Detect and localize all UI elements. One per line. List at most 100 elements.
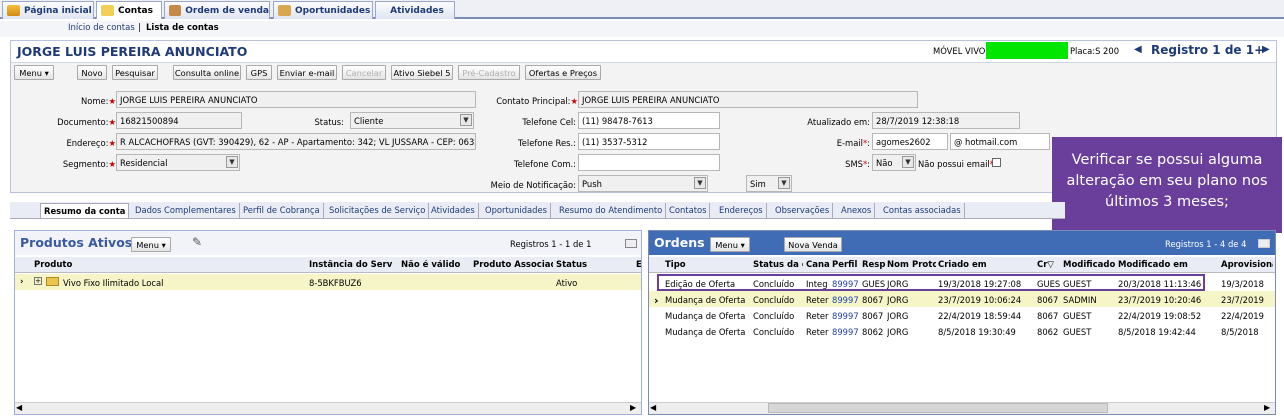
tel-res-field[interactable]: (11) 3537-5312 bbox=[578, 133, 720, 150]
col-nome[interactable]: Nom bbox=[887, 260, 911, 270]
meio-notificacao-select[interactable]: Push bbox=[578, 175, 708, 192]
col-perfil[interactable]: Perfil bbox=[832, 260, 860, 270]
tab-anexos[interactable]: Anexos bbox=[838, 203, 876, 218]
col-canal[interactable]: Cana bbox=[806, 260, 830, 270]
scroll-left-icon[interactable]: ◀ bbox=[650, 403, 656, 412]
scroll-left-icon[interactable]: ◀ bbox=[16, 403, 22, 412]
tab-resumo-conta[interactable]: Resumo da conta bbox=[40, 203, 130, 218]
ofertas-precos-button[interactable]: Ofertas e Preços bbox=[525, 65, 601, 80]
tab-ordem-de-venda[interactable]: Ordem de venda bbox=[164, 1, 270, 19]
scroll-right-icon[interactable]: ▶ bbox=[1264, 403, 1270, 412]
col-tipo[interactable]: Tipo bbox=[665, 260, 751, 270]
chevron-down-icon[interactable]: ▼ bbox=[694, 177, 706, 189]
produtos-menu-button[interactable]: Menu ▾ bbox=[131, 237, 171, 252]
col-aprovisionamento[interactable]: Aprovisiona bbox=[1221, 260, 1273, 270]
endereco-field[interactable]: R ALCACHOFRAS (GVT: 390429), 62 - AP - A… bbox=[116, 133, 476, 150]
col-instancia[interactable]: Instância do Serv bbox=[309, 260, 397, 270]
tab-oportunidades[interactable]: Oportunidades bbox=[482, 203, 551, 218]
record-counter: Registro 1 de 1+ bbox=[1151, 43, 1265, 57]
breadcrumb-home-link[interactable]: Início de contas bbox=[68, 23, 135, 33]
ordens-cell-modificado_em: 8/5/2018 19:42:44 bbox=[1118, 327, 1196, 337]
email-user-field[interactable]: agomes2602 bbox=[872, 133, 948, 150]
ordens-cell-canal: Reter bbox=[806, 311, 829, 321]
col-produto[interactable]: Produto bbox=[34, 260, 304, 270]
tab-enderecos[interactable]: Endereços bbox=[716, 203, 767, 218]
tel-cel-label: Telefone Cel: bbox=[522, 117, 576, 127]
col-modificado-em[interactable]: Modificado em bbox=[1118, 260, 1218, 270]
tab-contas[interactable]: Contas bbox=[96, 1, 162, 19]
email-domain-select[interactable]: @ hotmail.com bbox=[950, 133, 1050, 150]
col-modificado[interactable]: Modificado bbox=[1063, 260, 1115, 270]
pre-cadastro-button[interactable]: Pré-Cadastro bbox=[458, 65, 520, 80]
ordens-cell-perfil[interactable]: 89997 bbox=[832, 327, 860, 337]
segmento-select[interactable]: Residencial bbox=[116, 154, 240, 171]
col-criado-em[interactable]: Criado em bbox=[938, 260, 1034, 270]
pin-icon[interactable]: ✎ bbox=[192, 235, 202, 249]
menu-button[interactable]: Menu ▾ bbox=[14, 65, 54, 80]
novo-button[interactable]: Novo bbox=[77, 65, 107, 80]
tab-atividades[interactable]: Atividades bbox=[375, 1, 455, 19]
ordens-cell-perfil[interactable]: 89997 bbox=[832, 295, 860, 305]
col-nao-valido[interactable]: Não é válido bbox=[401, 260, 471, 270]
nova-venda-button[interactable]: Nova Venda bbox=[784, 237, 842, 252]
chevron-down-icon[interactable]: ▼ bbox=[460, 114, 472, 126]
expand-icon[interactable] bbox=[1258, 239, 1270, 248]
ordens-cell-status: Concluído bbox=[753, 311, 795, 321]
tel-com-field[interactable] bbox=[578, 154, 720, 171]
cancelar-button[interactable]: Cancelar bbox=[342, 65, 386, 80]
annotation-callout: Verificar se possui alguma alteração em … bbox=[1052, 137, 1282, 233]
ordens-cell-tipo[interactable]: Mudança de Oferta bbox=[665, 295, 751, 305]
consulta-online-button[interactable]: Consulta online bbox=[173, 65, 241, 80]
expand-icon[interactable] bbox=[625, 239, 637, 248]
status-select[interactable]: Cliente bbox=[350, 112, 474, 129]
tab-dados-complementares[interactable]: Dados Complementares bbox=[132, 203, 240, 218]
email-label: E-mail*: bbox=[836, 138, 870, 148]
documento-field[interactable]: 16821500894 bbox=[116, 112, 242, 129]
nao-possui-email-checkbox[interactable] bbox=[992, 158, 1001, 167]
tab-contas-associadas[interactable]: Contas associadas bbox=[880, 203, 965, 218]
contato-field[interactable]: JORGE LUIS PEREIRA ANUNCIATO bbox=[578, 91, 918, 108]
produto-cell[interactable]: Vivo Fixo Ilimitado Local bbox=[63, 278, 163, 288]
tools-icon bbox=[169, 5, 182, 16]
ordens-cell-nome: JORG bbox=[887, 327, 909, 337]
scroll-right-icon[interactable]: ▶ bbox=[630, 403, 636, 412]
col-resp[interactable]: Resp bbox=[862, 260, 886, 270]
col-criado-por[interactable]: Cr▽ bbox=[1037, 260, 1061, 270]
tab-perfil-cobranca[interactable]: Perfil de Cobrança bbox=[240, 203, 324, 218]
produtos-scrollbar[interactable] bbox=[15, 402, 641, 414]
ordens-cell-tipo[interactable]: Mudança de Oferta bbox=[665, 311, 751, 321]
ordens-cell-tipo[interactable]: Mudança de Oferta bbox=[665, 327, 751, 337]
chevron-down-icon[interactable]: ▼ bbox=[778, 177, 790, 189]
movel-vivo-indicator bbox=[986, 42, 1068, 59]
tab-solicitacoes-servico[interactable]: Solicitações de Serviço bbox=[326, 203, 430, 218]
ordens-title: Ordens bbox=[654, 235, 705, 250]
tab-observacoes[interactable]: Observações bbox=[772, 203, 834, 218]
tab-pagina-inicial[interactable]: Página inicial bbox=[2, 1, 94, 19]
tab-resumo-atendimento[interactable]: Resumo do Atendimento bbox=[556, 203, 667, 218]
col-protocolo[interactable]: Proto bbox=[912, 260, 936, 270]
chevron-down-icon[interactable]: ▼ bbox=[226, 156, 238, 168]
ativo-siebel-button[interactable]: Ativo Siebel 5 bbox=[391, 65, 453, 80]
scroll-thumb[interactable] bbox=[768, 403, 1108, 413]
tab-oportunidades[interactable]: Oportunidades bbox=[273, 1, 373, 19]
produtos-count: Registros 1 - 1 de 1 bbox=[510, 239, 592, 249]
enviar-email-button[interactable]: Enviar e-mail bbox=[277, 65, 337, 80]
expand-tree-icon[interactable]: + bbox=[34, 277, 42, 285]
col-status-ordem[interactable]: Status da c bbox=[753, 260, 803, 270]
tel-cel-field[interactable]: (11) 98478-7613 bbox=[578, 112, 720, 129]
col-status[interactable]: Status bbox=[556, 260, 636, 270]
next-record-icon[interactable]: ▶ bbox=[1262, 44, 1270, 55]
row-selector-icon: › bbox=[654, 294, 659, 307]
col-produto-associado[interactable]: Produto Associad bbox=[473, 260, 553, 270]
ordens-menu-button[interactable]: Menu ▾ bbox=[710, 237, 750, 252]
col-e[interactable]: E bbox=[636, 260, 641, 270]
prev-record-icon[interactable]: ◀ bbox=[1134, 44, 1142, 55]
placa-label: Placa:S 200 bbox=[1070, 46, 1120, 56]
tab-atividades[interactable]: Atividades bbox=[428, 203, 479, 218]
gps-button[interactable]: GPS bbox=[246, 65, 272, 80]
tab-contatos[interactable]: Contatos bbox=[666, 203, 711, 218]
chevron-down-icon[interactable]: ▼ bbox=[902, 156, 914, 168]
pesquisar-button[interactable]: Pesquisar bbox=[112, 65, 158, 80]
nome-field[interactable]: JORGE LUIS PEREIRA ANUNCIATO bbox=[116, 91, 476, 108]
ordens-cell-perfil[interactable]: 89997 bbox=[832, 311, 860, 321]
